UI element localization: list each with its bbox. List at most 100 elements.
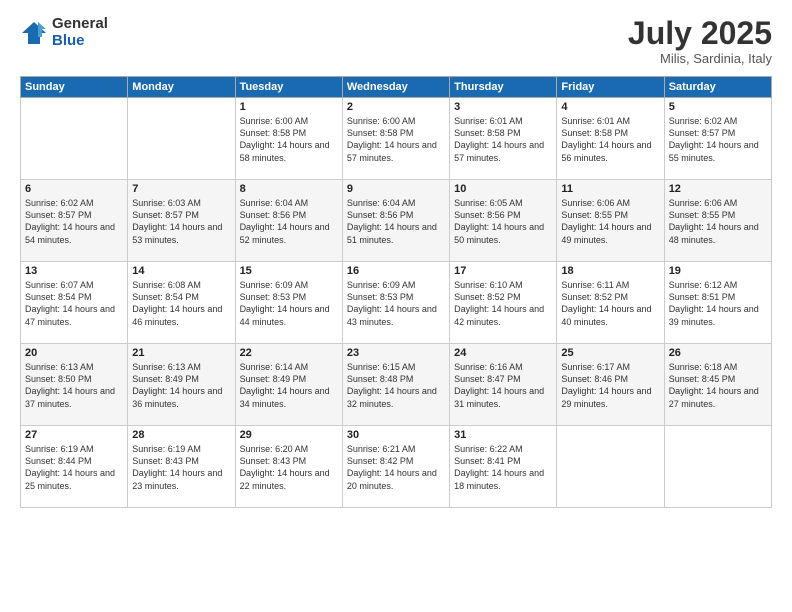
- day-number: 7: [132, 183, 230, 195]
- day-number: 3: [454, 101, 552, 113]
- calendar-cell: 16 Sunrise: 6:09 AM Sunset: 8:53 PM Dayli…: [342, 262, 449, 344]
- day-number: 11: [561, 183, 659, 195]
- cell-daylight-text: Sunrise: 6:08 AM Sunset: 8:54 PM Dayligh…: [132, 279, 230, 328]
- day-number: 1: [240, 101, 338, 113]
- cell-daylight-text: Sunrise: 6:07 AM Sunset: 8:54 PM Dayligh…: [25, 279, 123, 328]
- column-header-tuesday: Tuesday: [235, 77, 342, 98]
- cell-daylight-text: Sunrise: 6:17 AM Sunset: 8:46 PM Dayligh…: [561, 361, 659, 410]
- calendar-cell: 13 Sunrise: 6:07 AM Sunset: 8:54 PM Dayli…: [21, 262, 128, 344]
- day-number: 21: [132, 347, 230, 359]
- cell-daylight-text: Sunrise: 6:20 AM Sunset: 8:43 PM Dayligh…: [240, 443, 338, 492]
- cell-daylight-text: Sunrise: 6:00 AM Sunset: 8:58 PM Dayligh…: [347, 115, 445, 164]
- cell-daylight-text: Sunrise: 6:10 AM Sunset: 8:52 PM Dayligh…: [454, 279, 552, 328]
- cell-daylight-text: Sunrise: 6:02 AM Sunset: 8:57 PM Dayligh…: [669, 115, 767, 164]
- cell-daylight-text: Sunrise: 6:21 AM Sunset: 8:42 PM Dayligh…: [347, 443, 445, 492]
- cell-daylight-text: Sunrise: 6:01 AM Sunset: 8:58 PM Dayligh…: [454, 115, 552, 164]
- day-number: 6: [25, 183, 123, 195]
- day-number: 16: [347, 265, 445, 277]
- day-number: 2: [347, 101, 445, 113]
- cell-daylight-text: Sunrise: 6:06 AM Sunset: 8:55 PM Dayligh…: [561, 197, 659, 246]
- calendar-cell: [21, 98, 128, 180]
- cell-daylight-text: Sunrise: 6:09 AM Sunset: 8:53 PM Dayligh…: [240, 279, 338, 328]
- cell-daylight-text: Sunrise: 6:05 AM Sunset: 8:56 PM Dayligh…: [454, 197, 552, 246]
- day-number: 15: [240, 265, 338, 277]
- day-number: 22: [240, 347, 338, 359]
- cell-daylight-text: Sunrise: 6:02 AM Sunset: 8:57 PM Dayligh…: [25, 197, 123, 246]
- calendar-cell: 14 Sunrise: 6:08 AM Sunset: 8:54 PM Dayli…: [128, 262, 235, 344]
- cell-daylight-text: Sunrise: 6:12 AM Sunset: 8:51 PM Dayligh…: [669, 279, 767, 328]
- cell-daylight-text: Sunrise: 6:13 AM Sunset: 8:49 PM Dayligh…: [132, 361, 230, 410]
- cell-daylight-text: Sunrise: 6:13 AM Sunset: 8:50 PM Dayligh…: [25, 361, 123, 410]
- day-number: 12: [669, 183, 767, 195]
- day-number: 26: [669, 347, 767, 359]
- header: General Blue July 2025 Milis, Sardinia, …: [20, 16, 772, 66]
- cell-daylight-text: Sunrise: 6:19 AM Sunset: 8:43 PM Dayligh…: [132, 443, 230, 492]
- cell-daylight-text: Sunrise: 6:18 AM Sunset: 8:45 PM Dayligh…: [669, 361, 767, 410]
- day-number: 29: [240, 429, 338, 441]
- calendar-cell: 29 Sunrise: 6:20 AM Sunset: 8:43 PM Dayli…: [235, 426, 342, 508]
- cell-daylight-text: Sunrise: 6:01 AM Sunset: 8:58 PM Dayligh…: [561, 115, 659, 164]
- calendar-table: SundayMondayTuesdayWednesdayThursdayFrid…: [20, 76, 772, 508]
- logo-icon: [20, 19, 48, 47]
- column-header-wednesday: Wednesday: [342, 77, 449, 98]
- day-number: 30: [347, 429, 445, 441]
- calendar-header-row: SundayMondayTuesdayWednesdayThursdayFrid…: [21, 77, 772, 98]
- calendar-cell: 20Sunrise: 6:13 AM Sunset: 8:50 PM Dayli…: [21, 344, 128, 426]
- calendar-cell: 24 Sunrise: 6:16 AM Sunset: 8:47 PM Dayli…: [450, 344, 557, 426]
- calendar-cell: 31Sunrise: 6:22 AM Sunset: 8:41 PM Dayli…: [450, 426, 557, 508]
- calendar-cell: 19 Sunrise: 6:12 AM Sunset: 8:51 PM Dayli…: [664, 262, 771, 344]
- cell-daylight-text: Sunrise: 6:15 AM Sunset: 8:48 PM Dayligh…: [347, 361, 445, 410]
- calendar-cell: 1 Sunrise: 6:00 AM Sunset: 8:58 PM Daylig…: [235, 98, 342, 180]
- cell-daylight-text: Sunrise: 6:09 AM Sunset: 8:53 PM Dayligh…: [347, 279, 445, 328]
- column-header-monday: Monday: [128, 77, 235, 98]
- location-subtitle: Milis, Sardinia, Italy: [628, 51, 772, 66]
- calendar-week-3: 20Sunrise: 6:13 AM Sunset: 8:50 PM Dayli…: [21, 344, 772, 426]
- calendar-week-0: 1 Sunrise: 6:00 AM Sunset: 8:58 PM Daylig…: [21, 98, 772, 180]
- cell-daylight-text: Sunrise: 6:22 AM Sunset: 8:41 PM Dayligh…: [454, 443, 552, 492]
- cell-daylight-text: Sunrise: 6:11 AM Sunset: 8:52 PM Dayligh…: [561, 279, 659, 328]
- calendar-week-2: 13 Sunrise: 6:07 AM Sunset: 8:54 PM Dayli…: [21, 262, 772, 344]
- cell-daylight-text: Sunrise: 6:14 AM Sunset: 8:49 PM Dayligh…: [240, 361, 338, 410]
- day-number: 18: [561, 265, 659, 277]
- day-number: 23: [347, 347, 445, 359]
- day-number: 14: [132, 265, 230, 277]
- cell-daylight-text: Sunrise: 6:03 AM Sunset: 8:57 PM Dayligh…: [132, 197, 230, 246]
- cell-daylight-text: Sunrise: 6:16 AM Sunset: 8:47 PM Dayligh…: [454, 361, 552, 410]
- day-number: 4: [561, 101, 659, 113]
- calendar-cell: 23 Sunrise: 6:15 AM Sunset: 8:48 PM Dayli…: [342, 344, 449, 426]
- calendar-cell: 25 Sunrise: 6:17 AM Sunset: 8:46 PM Dayli…: [557, 344, 664, 426]
- calendar-cell: 10 Sunrise: 6:05 AM Sunset: 8:56 PM Dayli…: [450, 180, 557, 262]
- day-number: 10: [454, 183, 552, 195]
- day-number: 25: [561, 347, 659, 359]
- calendar-cell: [557, 426, 664, 508]
- cell-daylight-text: Sunrise: 6:04 AM Sunset: 8:56 PM Dayligh…: [347, 197, 445, 246]
- calendar-cell: 21 Sunrise: 6:13 AM Sunset: 8:49 PM Dayli…: [128, 344, 235, 426]
- calendar-cell: 3 Sunrise: 6:01 AM Sunset: 8:58 PM Daylig…: [450, 98, 557, 180]
- calendar-cell: 28Sunrise: 6:19 AM Sunset: 8:43 PM Dayli…: [128, 426, 235, 508]
- day-number: 19: [669, 265, 767, 277]
- day-number: 5: [669, 101, 767, 113]
- day-number: 13: [25, 265, 123, 277]
- calendar-cell: 7 Sunrise: 6:03 AM Sunset: 8:57 PM Daylig…: [128, 180, 235, 262]
- logo-blue-text: Blue: [52, 33, 108, 50]
- calendar-cell: 5 Sunrise: 6:02 AM Sunset: 8:57 PM Daylig…: [664, 98, 771, 180]
- calendar-cell: [128, 98, 235, 180]
- cell-daylight-text: Sunrise: 6:19 AM Sunset: 8:44 PM Dayligh…: [25, 443, 123, 492]
- day-number: 8: [240, 183, 338, 195]
- page: General Blue July 2025 Milis, Sardinia, …: [0, 0, 792, 612]
- calendar-week-4: 27Sunrise: 6:19 AM Sunset: 8:44 PM Dayli…: [21, 426, 772, 508]
- calendar-cell: 17Sunrise: 6:10 AM Sunset: 8:52 PM Dayli…: [450, 262, 557, 344]
- calendar-cell: 27Sunrise: 6:19 AM Sunset: 8:44 PM Dayli…: [21, 426, 128, 508]
- calendar-cell: 4 Sunrise: 6:01 AM Sunset: 8:58 PM Daylig…: [557, 98, 664, 180]
- calendar-cell: 15 Sunrise: 6:09 AM Sunset: 8:53 PM Dayli…: [235, 262, 342, 344]
- month-title: July 2025: [628, 16, 772, 51]
- day-number: 24: [454, 347, 552, 359]
- day-number: 9: [347, 183, 445, 195]
- calendar-cell: 18 Sunrise: 6:11 AM Sunset: 8:52 PM Dayli…: [557, 262, 664, 344]
- calendar-cell: 26 Sunrise: 6:18 AM Sunset: 8:45 PM Dayli…: [664, 344, 771, 426]
- cell-daylight-text: Sunrise: 6:00 AM Sunset: 8:58 PM Dayligh…: [240, 115, 338, 164]
- calendar-cell: 6 Sunrise: 6:02 AM Sunset: 8:57 PM Daylig…: [21, 180, 128, 262]
- column-header-saturday: Saturday: [664, 77, 771, 98]
- column-header-thursday: Thursday: [450, 77, 557, 98]
- calendar-cell: 11 Sunrise: 6:06 AM Sunset: 8:55 PM Dayli…: [557, 180, 664, 262]
